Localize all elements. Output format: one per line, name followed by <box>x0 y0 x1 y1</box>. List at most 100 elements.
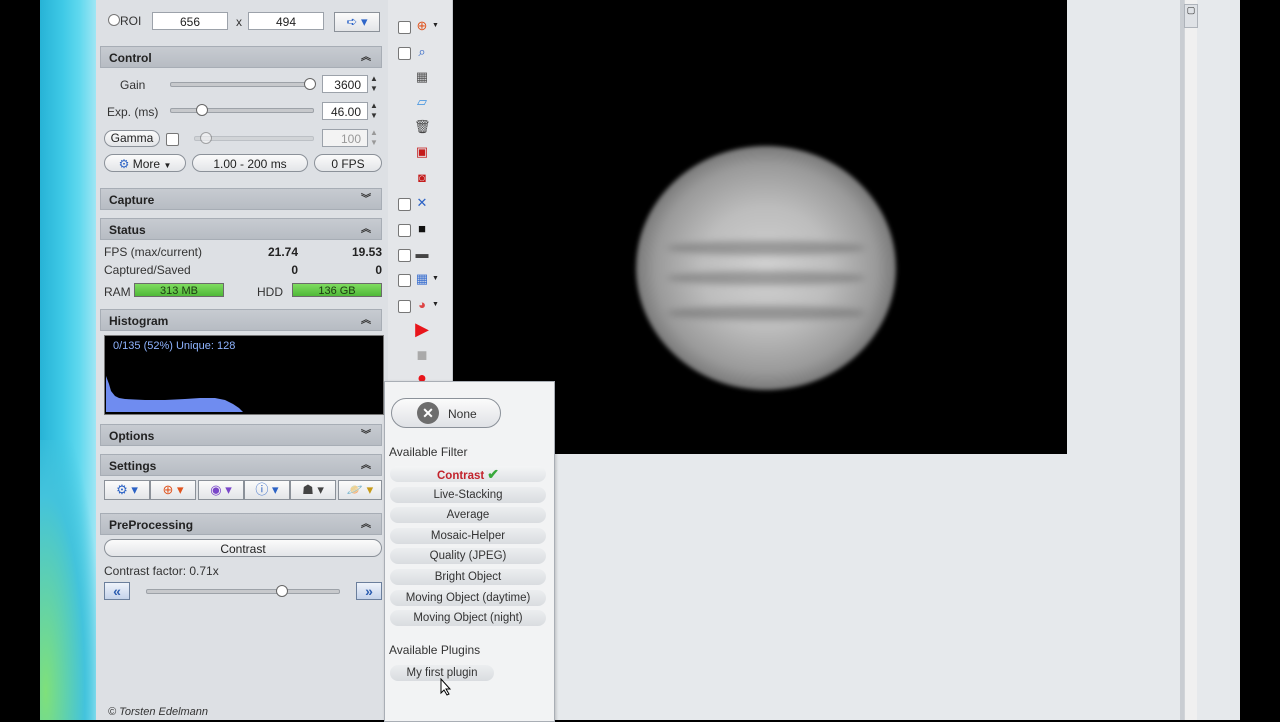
contrast-slider-thumb[interactable] <box>276 585 288 597</box>
exposure-slider[interactable] <box>170 108 314 113</box>
double-left-icon: « <box>113 583 121 599</box>
gain-spinner[interactable]: ▲ ▼ <box>368 74 380 94</box>
red-target-icon[interactable]: ◙ <box>414 170 430 186</box>
preprocessing-section-header[interactable]: PreProcessing ︽ <box>100 513 382 535</box>
none-filter-button[interactable]: ✕ None <box>391 398 501 428</box>
desktop-background-left <box>0 0 40 720</box>
gamma-checkbox[interactable] <box>166 133 179 146</box>
trash-icon[interactable]: 🗑 <box>414 119 431 135</box>
captured-value: 0 <box>291 263 298 277</box>
chevron-down-icon[interactable]: ▼ <box>432 275 439 282</box>
settings-color-button[interactable]: ◉ ▾ <box>198 480 244 500</box>
settings-camera-button[interactable]: ⊕ ▾ <box>150 480 196 500</box>
contrast-factor-label: Contrast factor: 0.71x <box>104 564 219 578</box>
roi-width-field[interactable]: 656 <box>152 12 228 30</box>
window-restore-button[interactable]: ▢ <box>1184 4 1198 28</box>
toolbar-checkbox[interactable] <box>398 198 411 211</box>
control-section-header[interactable]: Control ︽ <box>100 46 382 68</box>
filter-item[interactable]: Moving Object (daytime) <box>390 589 546 606</box>
filter-item-label: Mosaic-Helper <box>430 529 506 542</box>
filter-item-label: Live-Stacking <box>433 488 503 501</box>
capture-section-header[interactable]: Capture ︾ <box>100 188 382 210</box>
settings-general-button[interactable]: ⚙ ▾ <box>104 480 150 500</box>
collapse-icon: ︽ <box>361 315 371 326</box>
status-section-header[interactable]: Status ︽ <box>100 218 382 240</box>
gain-slider[interactable] <box>170 82 314 87</box>
rgb-icon[interactable]: ◕ <box>414 297 430 313</box>
filter-select-button[interactable]: Contrast <box>104 539 382 557</box>
planet-icon: 🪐 ▾ <box>346 482 374 497</box>
gain-slider-thumb[interactable] <box>304 78 316 90</box>
collapse-icon: ︽ <box>361 52 371 63</box>
filter-item-label: Bright Object <box>434 571 502 583</box>
filter-item[interactable]: Mosaic-Helper <box>390 527 546 544</box>
calendar-icon[interactable]: ▦ <box>414 69 430 85</box>
filter-item[interactable]: Average <box>390 507 546 524</box>
close-icon: ✕ <box>417 402 439 424</box>
filter-item[interactable]: Moving Object (night) <box>390 610 546 627</box>
toolbar-checkbox[interactable] <box>398 249 411 262</box>
toolbar-checkbox[interactable] <box>398 21 411 34</box>
toolbar-checkbox[interactable] <box>398 300 411 313</box>
tools-icon[interactable]: ✕ <box>414 195 430 211</box>
grid-icon[interactable]: ▦ <box>414 271 430 287</box>
exposure-field[interactable]: 46.00 <box>322 102 368 120</box>
toolbar-checkbox[interactable] <box>398 274 411 287</box>
folder-icon[interactable]: ▱ <box>414 94 430 110</box>
decrease-button[interactable]: « <box>104 582 130 600</box>
fps-max-value: 21.74 <box>267 245 298 259</box>
gamma-field[interactable]: 100 <box>322 129 368 147</box>
toolbar-checkbox[interactable] <box>398 47 411 60</box>
gamma-slider-thumb[interactable] <box>200 132 212 144</box>
roi-height-field[interactable]: 494 <box>248 12 324 30</box>
settings-info-button[interactable]: ⓘ ▾ <box>244 480 290 500</box>
contrast-slider[interactable] <box>146 589 340 594</box>
options-title: Options <box>109 429 155 443</box>
toolbar-checkbox[interactable] <box>398 224 411 237</box>
settings-section-header[interactable]: Settings ︽ <box>100 454 382 476</box>
crosshair-icon[interactable]: ⊕ <box>414 18 430 34</box>
captured-label: Captured/Saved <box>104 263 191 277</box>
gain-field[interactable]: 3600 <box>322 75 368 93</box>
capture-title: Capture <box>109 193 155 207</box>
monitor-icon[interactable]: ▬ <box>414 246 430 262</box>
mouse-cursor-icon <box>440 678 452 696</box>
zoom-icon[interactable]: ⌕ <box>414 44 430 60</box>
control-title: Control <box>109 51 152 65</box>
play-icon[interactable]: ▶ <box>414 320 430 338</box>
expand-icon: ︾ <box>361 194 371 205</box>
exposure-slider-thumb[interactable] <box>196 104 208 116</box>
more-button[interactable]: ⚙ More ▼ <box>104 154 186 172</box>
options-section-header[interactable]: Options ︾ <box>100 424 382 446</box>
filter-item[interactable]: Contrast ✔ <box>390 466 546 482</box>
black-frame-icon[interactable]: ■ <box>414 221 430 237</box>
settings-mount-button[interactable]: ☗ ▾ <box>290 480 336 500</box>
vertical-scrollbar[interactable] <box>1184 0 1197 720</box>
collapse-icon: ︽ <box>361 460 371 471</box>
increase-button[interactable]: » <box>356 582 382 600</box>
chevron-down-icon[interactable]: ▼ <box>432 22 439 29</box>
histogram-title: Histogram <box>109 314 169 328</box>
gamma-button[interactable]: Gamma <box>104 130 160 147</box>
filter-item[interactable]: Bright Object <box>390 569 546 585</box>
histogram-plot <box>106 376 243 412</box>
roi-apply-button[interactable]: ➪ ▾ <box>334 12 380 32</box>
desktop-background-right <box>1240 0 1280 720</box>
settings-title: Settings <box>109 459 157 473</box>
exposure-range-button[interactable]: 1.00 - 200 ms <box>192 154 308 172</box>
exposure-spinner[interactable]: ▲ ▼ <box>368 101 380 121</box>
red-frame-icon[interactable]: ▣ <box>414 144 430 160</box>
fps-limit-button[interactable]: 0 FPS <box>314 154 382 172</box>
filter-item[interactable]: Quality (JPEG) <box>390 548 546 565</box>
settings-planet-button[interactable]: 🪐 ▾ <box>338 480 382 500</box>
histogram-section-header[interactable]: Histogram ︽ <box>100 309 382 331</box>
available-filter-title: Available Filter <box>389 445 468 459</box>
gamma-spinner[interactable]: ▲ ▼ <box>368 128 380 148</box>
fps-label: FPS (max/current) <box>104 245 203 259</box>
stop-icon[interactable]: ■ <box>414 346 430 364</box>
roi-radio[interactable] <box>108 14 120 26</box>
gamma-slider[interactable] <box>194 136 314 141</box>
chevron-down-icon[interactable]: ▼ <box>432 301 439 308</box>
hdd-meter: 136 GB <box>292 283 382 297</box>
filter-item[interactable]: Live-Stacking <box>390 486 546 503</box>
